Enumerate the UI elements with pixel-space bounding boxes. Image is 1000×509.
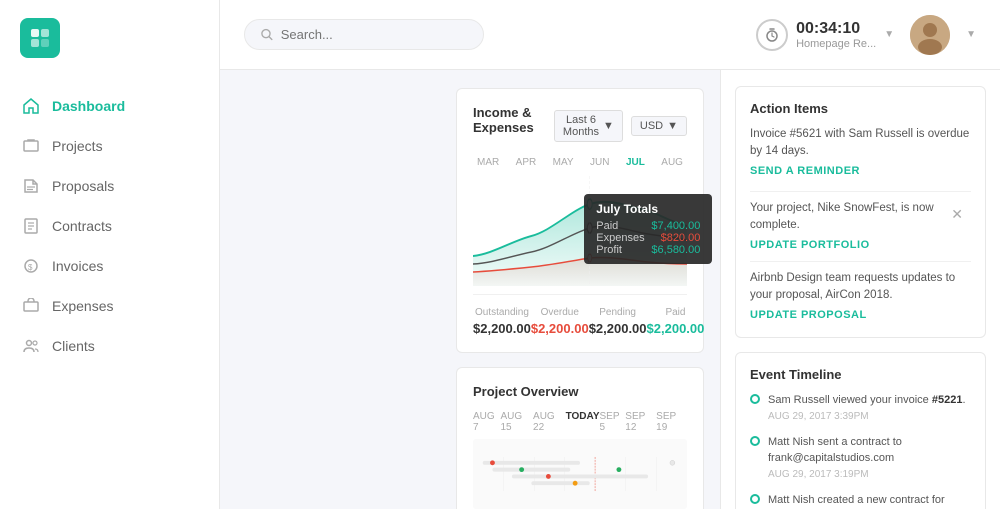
stat-outstanding: Outstanding $2,200.00 — [473, 307, 531, 336]
timer-label: Homepage Re... — [796, 38, 876, 50]
proposals-icon — [22, 177, 40, 195]
income-expenses-title: Income & Expenses — [473, 105, 554, 135]
event-item-1: Sam Russell viewed your invoice #5221. A… — [750, 392, 971, 424]
action-item-3: Airbnb Design team requests updates to y… — [750, 270, 971, 323]
logo — [0, 0, 219, 76]
sidebar-label-proposals: Proposals — [52, 178, 114, 194]
sidebar-item-clients[interactable]: Clients — [0, 326, 219, 366]
center-panel: Income & Expenses Last 6 Months ▼ USD ▼ … — [440, 70, 720, 509]
chart-area: July Totals Paid $7,400.00 Expenses $820… — [473, 176, 687, 286]
search-box[interactable] — [244, 19, 484, 50]
search-icon — [261, 28, 273, 41]
sidebar-label-invoices: Invoices — [52, 258, 103, 274]
divider — [750, 261, 971, 262]
sidebar-item-proposals[interactable]: Proposals — [0, 166, 219, 206]
income-chart — [473, 176, 687, 286]
chevron-down-icon: ▼ — [603, 120, 614, 132]
update-proposal-link[interactable]: UPDATE PROPOSAL — [750, 307, 971, 324]
stats-row: Outstanding $2,200.00 Overdue $2,200.00 … — [473, 294, 687, 336]
search-input[interactable] — [281, 27, 467, 42]
nav: Dashboard Projects Proposals — [0, 76, 219, 376]
sidebar-item-projects[interactable]: Projects — [0, 126, 219, 166]
sidebar-item-expenses[interactable]: Expenses — [0, 286, 219, 326]
outstanding-value: $2,200.00 — [473, 321, 531, 336]
action-item-1: Invoice #5621 with Sam Russell is overdu… — [750, 126, 971, 179]
svg-text:$: $ — [28, 263, 33, 272]
avatar-chevron-icon[interactable]: ▼ — [966, 29, 976, 40]
timeline-svg — [473, 439, 687, 509]
event-dot-2 — [750, 436, 760, 446]
overdue-value: $2,200.00 — [531, 321, 589, 336]
sidebar-item-invoices[interactable]: $ Invoices — [0, 246, 219, 286]
event-timeline-title: Event Timeline — [750, 367, 971, 382]
sidebar-label-contracts: Contracts — [52, 218, 112, 234]
sidebar-label-projects: Projects — [52, 138, 103, 154]
event-dot-3 — [750, 494, 760, 504]
main: Income & Expenses Last 6 Months ▼ USD ▼ … — [440, 70, 1000, 509]
stat-pending: Pending $2,200.00 — [589, 307, 647, 336]
chevron-down-icon: ▼ — [667, 120, 678, 132]
stat-overdue: Overdue $2,200.00 — [531, 307, 589, 336]
currency-filter[interactable]: USD ▼ — [631, 116, 687, 136]
income-expenses-card: Income & Expenses Last 6 Months ▼ USD ▼ … — [456, 88, 704, 353]
stat-paid: Paid $2,200.00 — [647, 307, 705, 336]
sidebar-label-clients: Clients — [52, 338, 95, 354]
sidebar: Dashboard Projects Proposals — [0, 0, 220, 509]
invoices-icon: $ — [22, 257, 40, 275]
contracts-icon — [22, 217, 40, 235]
timer-section: 00:34:10 Homepage Re... ▼ — [756, 19, 894, 51]
divider — [750, 191, 971, 192]
sidebar-item-contracts[interactable]: Contracts — [0, 206, 219, 246]
project-overview-card: Project Overview AUG 7 AUG 15 AUG 22 TOD… — [456, 367, 704, 509]
chart-filters: Last 6 Months ▼ USD ▼ — [554, 110, 687, 142]
action-items-title: Action Items — [750, 101, 971, 116]
sidebar-label-dashboard: Dashboard — [52, 98, 125, 114]
timer-info: 00:34:10 Homepage Re... — [796, 20, 876, 50]
sidebar-item-dashboard[interactable]: Dashboard — [0, 86, 219, 126]
event-timeline-card: Event Timeline Sam Russell viewed your i… — [735, 352, 986, 509]
topbar-right: 00:34:10 Homepage Re... ▼ ▼ — [756, 15, 976, 55]
sidebar-label-expenses: Expenses — [52, 298, 113, 314]
logo-icon — [20, 18, 60, 58]
timer-chevron-icon[interactable]: ▼ — [884, 29, 894, 40]
timer-icon[interactable] — [756, 19, 788, 51]
avatar[interactable] — [910, 15, 950, 55]
close-icon[interactable]: ✕ — [951, 206, 963, 223]
event-item-2: Matt Nish sent a contract to frank@capit… — [750, 434, 971, 482]
chart-months: MAR APR MAY JUN JUL AUG — [473, 157, 687, 168]
project-timeline — [473, 439, 687, 509]
right-panel: Action Items Invoice #5621 with Sam Russ… — [720, 70, 1000, 509]
pending-value: $2,200.00 — [589, 321, 647, 336]
project-overview-title: Project Overview — [473, 384, 687, 399]
chart-header: Income & Expenses Last 6 Months ▼ USD ▼ — [473, 105, 687, 147]
home-icon — [22, 97, 40, 115]
paid-value: $2,200.00 — [647, 321, 705, 336]
send-reminder-link[interactable]: SEND A REMINDER — [750, 163, 971, 180]
event-item-3: Matt Nish created a new contract for Cap… — [750, 492, 971, 509]
topbar: 00:34:10 Homepage Re... ▼ ▼ — [220, 0, 1000, 70]
timer-time: 00:34:10 — [796, 20, 876, 38]
action-item-2: ✕ Your project, Nike SnowFest, is now co… — [750, 200, 971, 253]
update-portfolio-link[interactable]: UPDATE PORTFOLIO — [750, 237, 971, 254]
clients-icon — [22, 337, 40, 355]
period-filter[interactable]: Last 6 Months ▼ — [554, 110, 623, 142]
event-dot-1 — [750, 394, 760, 404]
action-items-card: Action Items Invoice #5621 with Sam Russ… — [735, 86, 986, 338]
projects-icon — [22, 137, 40, 155]
expenses-icon — [22, 297, 40, 315]
project-months: AUG 7 AUG 15 AUG 22 TODAY SEP 5 SEP 12 S… — [473, 411, 687, 433]
